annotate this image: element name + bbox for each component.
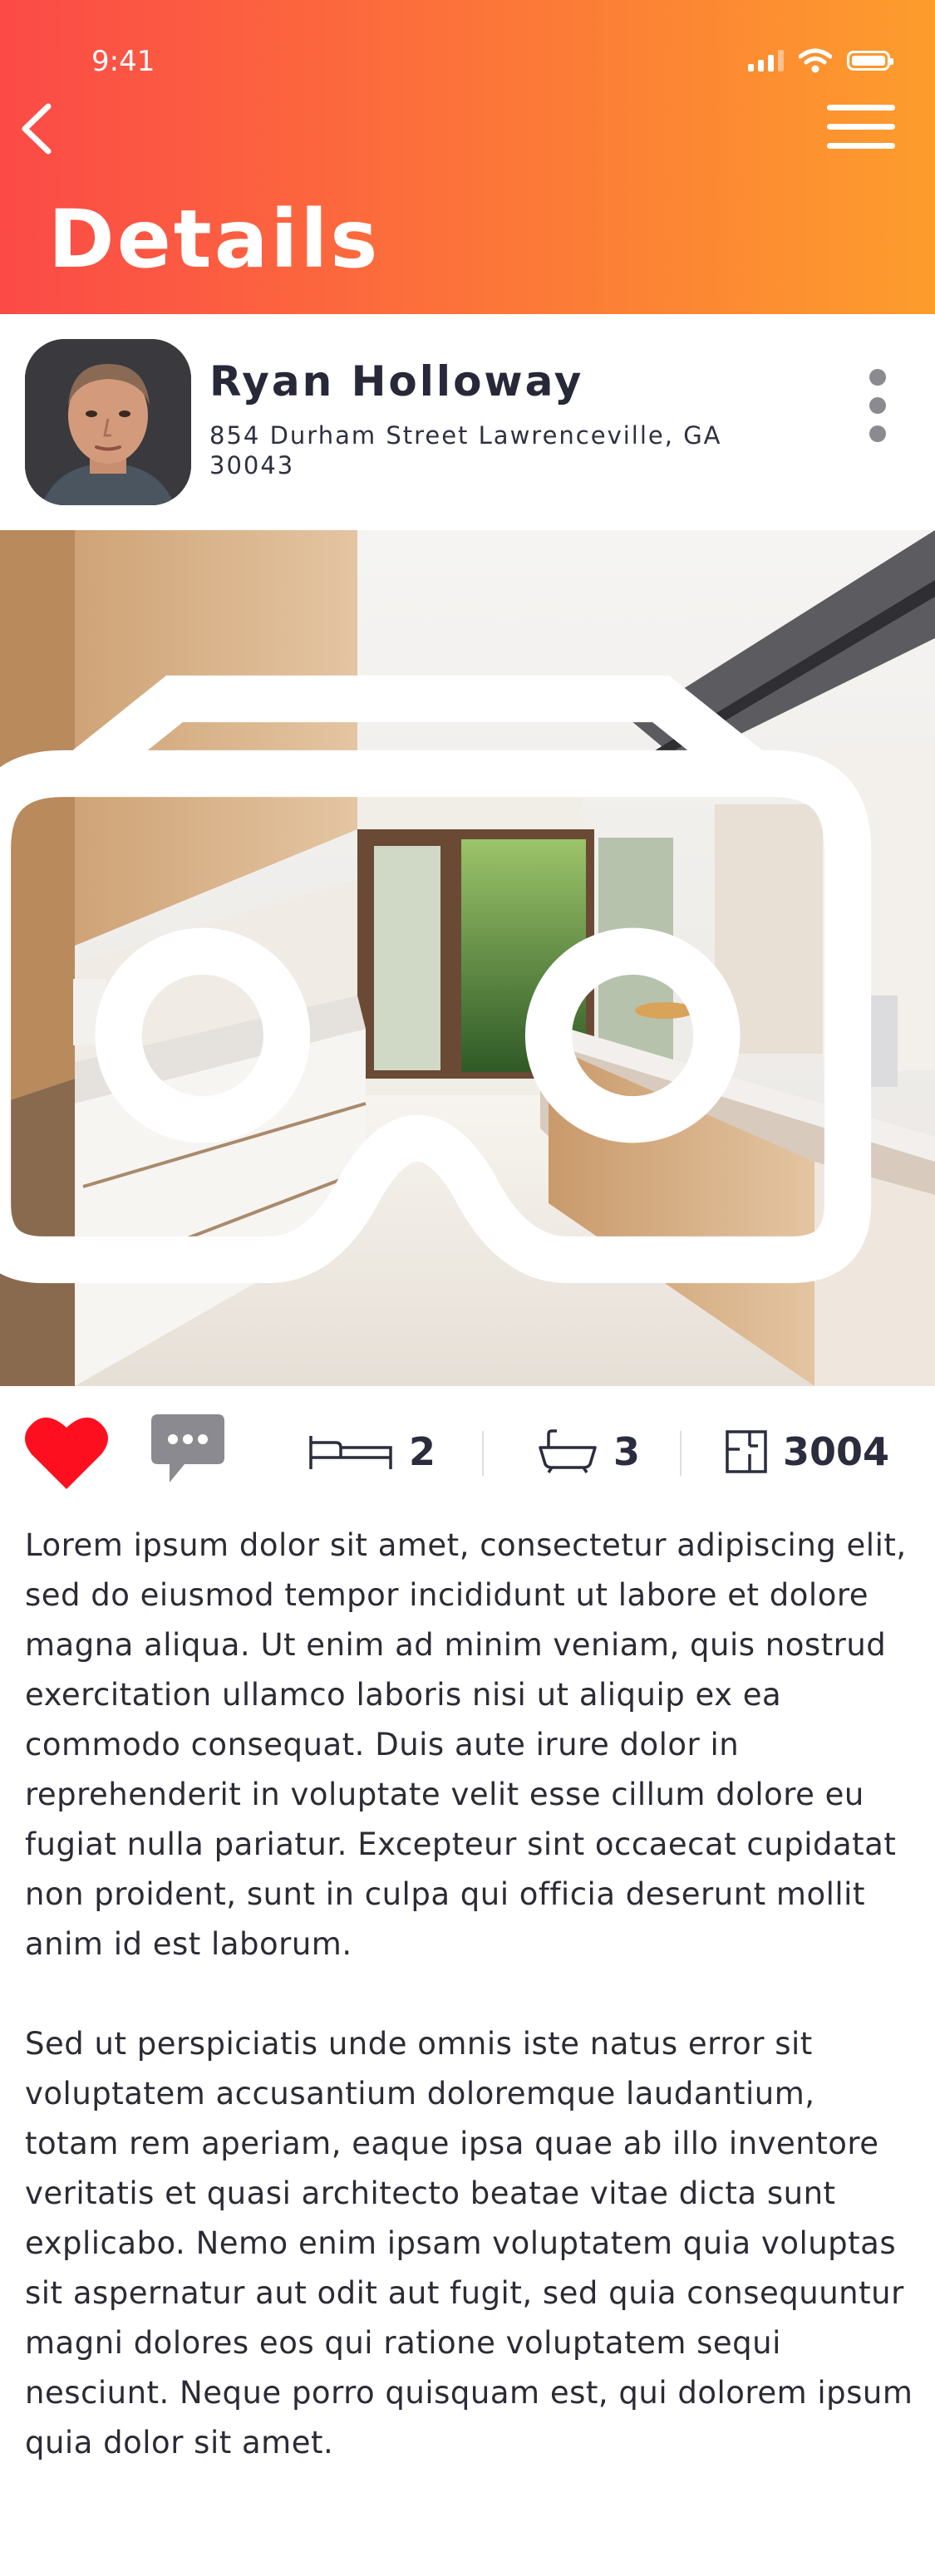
property-photo[interactable]: [0, 530, 935, 1386]
bed-icon: [309, 1436, 392, 1469]
more-vertical-icon[interactable]: [865, 369, 890, 442]
bedroom-count: 2: [308, 1429, 436, 1474]
floor-plan-icon: [726, 1430, 767, 1473]
divider: [482, 1431, 484, 1476]
wifi-icon: [799, 48, 832, 73]
header: 9:41 Details: [0, 0, 935, 314]
divider: [680, 1431, 682, 1476]
avatar[interactable]: [25, 339, 191, 505]
chat-bubble-icon[interactable]: [148, 1411, 228, 1486]
area-count: 3004: [725, 1429, 889, 1474]
bedroom-value: 2: [409, 1429, 436, 1474]
property-description: Lorem ipsum dolor sit amet, consectetur …: [25, 1521, 914, 2518]
back-arrow-icon[interactable]: [17, 100, 58, 158]
agent-profile: Ryan Holloway 854 Durham Street Lawrence…: [0, 314, 935, 530]
status-time: 9:41: [91, 45, 155, 78]
bathroom-count: 3: [537, 1429, 640, 1474]
heart-icon[interactable]: [23, 1413, 110, 1491]
description-paragraph: Lorem ipsum dolor sit amet, consectetur …: [25, 1527, 907, 1962]
description-paragraph: Sed ut perspiciatis unde omnis iste natu…: [25, 2026, 913, 2460]
actions-row: 2 3 3004: [0, 1386, 935, 1511]
area-value: 3004: [783, 1429, 890, 1474]
agent-address: 854 Durham Street Lawrenceville, GA 3004…: [209, 421, 722, 479]
agent-name: Ryan Holloway: [209, 357, 584, 406]
vr-headset-icon[interactable]: [0, 570, 885, 1386]
hamburger-menu-icon[interactable]: [827, 105, 895, 155]
battery-icon: [847, 51, 893, 71]
status-icons: [748, 48, 893, 73]
page-title: Details: [48, 193, 381, 286]
bathtub-icon: [539, 1429, 597, 1473]
bathroom-value: 3: [613, 1429, 641, 1474]
cellular-signal-icon: [748, 50, 784, 71]
